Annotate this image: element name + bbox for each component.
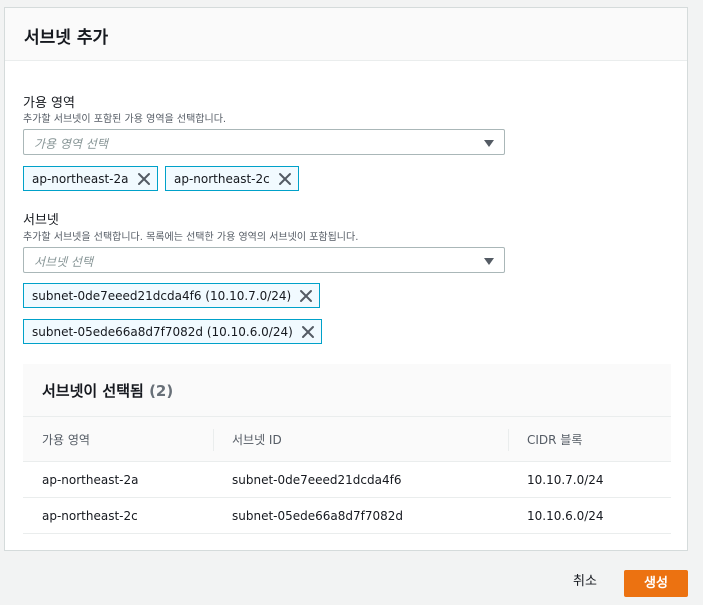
az-token: ap-northeast-2a [23, 166, 158, 191]
remove-icon[interactable] [301, 325, 315, 339]
cell-az: ap-northeast-2a [42, 473, 139, 487]
subnet-token: subnet-0de7eeed21dcda4f6 (10.10.7.0/24) [23, 283, 321, 308]
az-select-placeholder: 가용 영역 선택 [34, 137, 108, 151]
az-token-label: ap-northeast-2c [174, 171, 270, 186]
cell-az: ap-northeast-2c [42, 509, 138, 523]
cell-cidr: 10.10.7.0/24 [527, 473, 604, 487]
table-header: 서브넷이 선택됨 (2) [23, 364, 671, 417]
create-button[interactable]: 생성 [624, 570, 688, 597]
subnet-token-label: subnet-0de7eeed21dcda4f6 (10.10.7.0/24) [32, 288, 292, 303]
table-row: ap-northeast-2a subnet-0de7eeed21dcda4f6… [23, 462, 671, 498]
add-subnet-modal: 서브넷 추가 가용 영역 추가할 서브넷이 포함된 가용 영역을 선택합니다. … [4, 7, 688, 551]
column-header-cidr: CIDR 블록 [527, 433, 583, 447]
az-select[interactable]: 가용 영역 선택 [23, 129, 505, 155]
cell-cidr: 10.10.6.0/24 [527, 509, 604, 523]
caret-down-icon [484, 140, 494, 147]
table-row: ap-northeast-2c subnet-05ede66a8d7f7082d… [23, 498, 671, 534]
table-title-text: 서브넷이 선택됨 [42, 382, 144, 400]
subnet-description: 추가할 서브넷을 선택합니다. 목록에는 선택한 가용 영역의 서브넷이 포함됩… [23, 232, 359, 243]
subnet-select[interactable]: 서브넷 선택 [23, 247, 505, 273]
az-token-label: ap-northeast-2a [32, 171, 129, 186]
column-divider [213, 429, 214, 451]
remove-icon[interactable] [299, 289, 313, 303]
az-description: 추가할 서브넷이 포함된 가용 영역을 선택합니다. [23, 114, 227, 125]
remove-icon[interactable] [137, 172, 151, 186]
cell-subnet-id: subnet-0de7eeed21dcda4f6 [232, 473, 402, 487]
subnet-label: 서브넷 [23, 213, 59, 228]
modal-header: 서브넷 추가 [5, 8, 687, 61]
table-title: 서브넷이 선택됨 (2) [42, 380, 173, 401]
table-column-headers: 가용 영역 서브넷 ID CIDR 블록 [23, 417, 671, 462]
cancel-button[interactable]: 취소 [562, 570, 608, 594]
az-token: ap-northeast-2c [165, 166, 299, 191]
remove-icon[interactable] [278, 172, 292, 186]
column-divider [508, 429, 509, 451]
column-header-az: 가용 영역 [42, 433, 90, 447]
column-header-subnet-id: 서브넷 ID [232, 433, 282, 447]
selected-subnets-table: 서브넷이 선택됨 (2) 가용 영역 서브넷 ID CIDR 블록 ap-nor… [23, 364, 671, 536]
table-count: (2) [149, 382, 174, 400]
subnet-select-placeholder: 서브넷 선택 [34, 255, 94, 269]
subnet-token-label: subnet-05ede66a8d7f7082d (10.10.6.0/24) [32, 324, 293, 339]
az-label: 가용 영역 [23, 96, 75, 111]
modal-title: 서브넷 추가 [24, 28, 109, 48]
subnet-token: subnet-05ede66a8d7f7082d (10.10.6.0/24) [23, 319, 322, 344]
cell-subnet-id: subnet-05ede66a8d7f7082d [232, 509, 404, 523]
caret-down-icon [484, 258, 494, 265]
